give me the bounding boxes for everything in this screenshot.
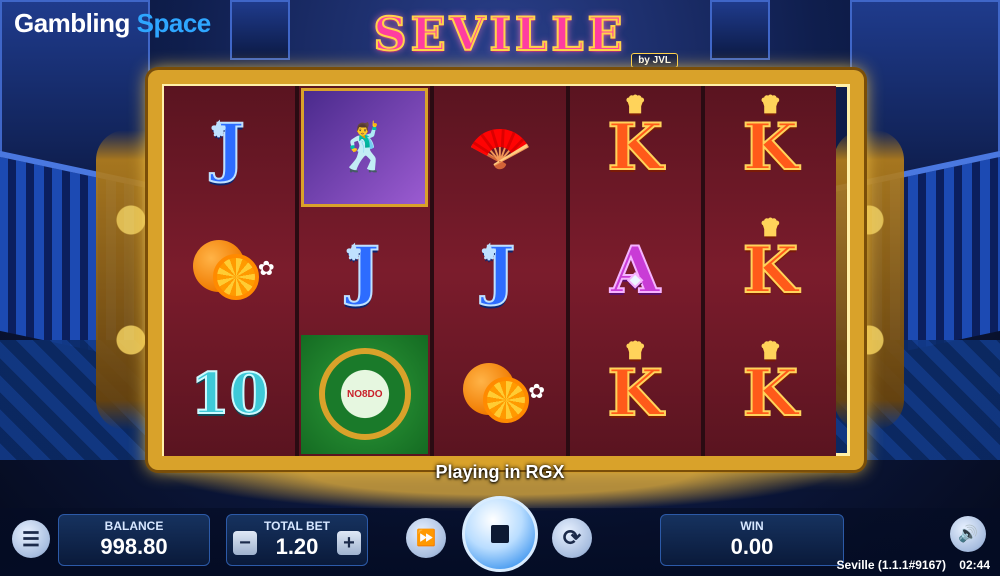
reel-2: 🕺 ⚜ J NO8DO xyxy=(299,86,431,456)
stop-icon xyxy=(491,525,509,543)
symbol-k: ♛ K xyxy=(742,339,800,427)
crown-icon: ♛ xyxy=(624,338,646,365)
footer-info: Seville (1.1.1#9167) 02:44 xyxy=(827,558,990,572)
reel-cell: ♛ K xyxy=(570,86,701,209)
fleur-de-lis-icon: ⚜ xyxy=(480,242,498,264)
crown-icon: ♛ xyxy=(760,214,782,241)
seville-seal-icon: NO8DO xyxy=(318,348,411,441)
watermark-word-2: Space xyxy=(136,8,212,38)
symbol-k: ♛ K xyxy=(606,339,664,427)
symbol-letter: K xyxy=(742,356,800,432)
tower-center-right xyxy=(710,0,770,60)
autoplay-button[interactable]: ⟳ xyxy=(552,518,592,558)
symbol-k: ♛ K xyxy=(606,93,664,181)
fleur-de-lis-icon: ⚜ xyxy=(209,119,227,141)
status-message: Playing in RGX xyxy=(435,462,565,482)
reel-cell: ⚜ J xyxy=(164,86,295,209)
symbol-k: ♛ K xyxy=(742,93,800,181)
reel-cell: ♛ K xyxy=(705,333,836,456)
game-logo-by: by JVL xyxy=(631,53,678,68)
reel-cell: 🪭 xyxy=(434,86,565,209)
speaker-icon: 🔊 xyxy=(958,526,978,543)
diamond-icon: ◆ xyxy=(627,268,643,290)
reel-4: ♛ K A ◆ ♛ K xyxy=(569,86,701,456)
spin-button[interactable] xyxy=(462,496,538,572)
symbol-j: ⚜ J xyxy=(345,237,381,303)
orange-symbol-icon: ✿ xyxy=(187,236,275,306)
symbol-k: ♛ K xyxy=(742,216,800,304)
win-value: 0.00 xyxy=(730,534,774,559)
reel-1: ⚜ J ✿ 10 xyxy=(164,86,296,456)
crown-icon: ♛ xyxy=(760,91,782,118)
reel-area: ⚜ J ✿ 10 🕺 ⚜ J NO8DO 🪭 ⚜ J ✿ ♛ K A ◆ ♛ K… xyxy=(164,86,836,456)
reel-cell: ♛ K xyxy=(705,209,836,332)
reel-cell: A ◆ xyxy=(570,209,701,332)
balance-display: BALANCE 998.80 xyxy=(58,514,210,566)
symbol-letter: K xyxy=(742,232,800,308)
watermark: Gambling Space xyxy=(14,8,211,39)
reel-cell: NO8DO xyxy=(301,334,429,454)
tower-center-left xyxy=(230,0,290,60)
crown-icon: ♛ xyxy=(624,91,646,118)
symbol-letter: K xyxy=(742,109,800,185)
reel-5: ♛ K ♛ K ♛ K xyxy=(704,86,836,456)
balance-label: BALANCE xyxy=(104,519,164,533)
fleur-de-lis-icon: ⚜ xyxy=(345,242,363,264)
watermark-word-1: Gambling xyxy=(14,8,130,38)
reel-cell: ✿ xyxy=(164,209,295,332)
bet-increase-button[interactable]: + xyxy=(337,531,361,555)
autoplay-icon: ⟳ xyxy=(562,525,582,550)
reel-cell: ⚜ J xyxy=(434,209,565,332)
seal-text: NO8DO xyxy=(347,388,383,400)
sound-button[interactable]: 🔊 xyxy=(950,516,986,552)
game-logo: SEVILLE by JVL xyxy=(300,6,700,68)
reel-3: 🪭 ⚜ J ✿ xyxy=(434,86,566,456)
reel-cell: ♛ K xyxy=(705,86,836,209)
reel-cell: ♛ K xyxy=(570,333,701,456)
win-label: WIN xyxy=(740,519,764,533)
menu-icon: ☰ xyxy=(22,528,40,551)
menu-button[interactable]: ☰ xyxy=(12,520,50,558)
symbol-letter: K xyxy=(606,356,664,432)
symbol-j: ⚜ J xyxy=(209,114,245,180)
fan-castanets-symbol-icon: 🪭 xyxy=(467,119,533,178)
fast-forward-icon: ⏩ xyxy=(416,530,436,547)
symbol-10: 10 xyxy=(190,361,270,428)
symbol-a: A ◆ xyxy=(609,237,661,303)
reel-cell: 10 xyxy=(164,333,295,456)
orange-symbol-icon: ✿ xyxy=(457,359,545,429)
balance-value: 998.80 xyxy=(100,534,168,559)
win-display: WIN 0.00 xyxy=(660,514,844,566)
game-version: Seville (1.1.1#9167) xyxy=(836,558,946,572)
reel-cell: ⚜ J xyxy=(299,209,430,332)
crown-icon: ♛ xyxy=(760,338,782,365)
matador-symbol-icon: 🕺 xyxy=(336,121,394,174)
turbo-button[interactable]: ⏩ xyxy=(406,518,446,558)
symbol-j: ⚜ J xyxy=(480,237,516,303)
total-bet-display: TOTAL BET 1.20 − + xyxy=(226,514,368,566)
bet-decrease-button[interactable]: − xyxy=(233,531,257,555)
clock: 02:44 xyxy=(959,558,990,572)
reel-cell: ✿ xyxy=(434,333,565,456)
control-bar: ☰ BALANCE 998.80 TOTAL BET 1.20 − + ⏩ ⟳ … xyxy=(0,496,1000,576)
symbol-letter: K xyxy=(606,109,664,185)
reel-cell: 🕺 xyxy=(301,88,429,208)
